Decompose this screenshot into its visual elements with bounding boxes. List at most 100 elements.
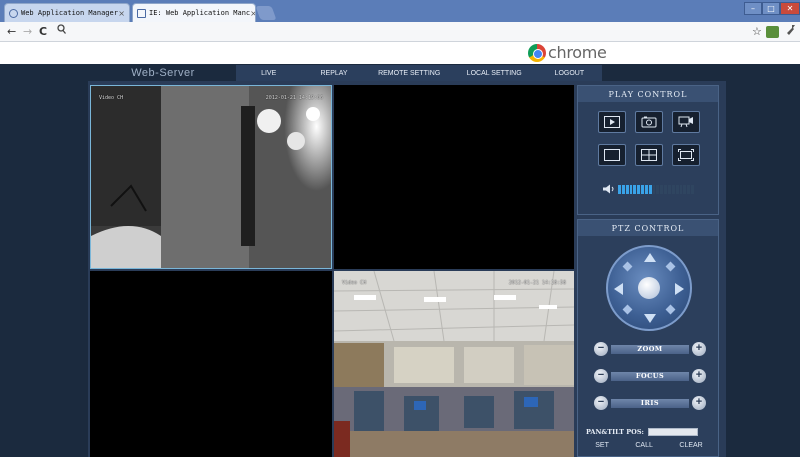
single-view-button[interactable] (598, 144, 626, 166)
ptz-center-button[interactable] (638, 277, 660, 299)
volume-segment (691, 185, 694, 194)
clear-button[interactable]: CLEAR (679, 442, 702, 452)
menu-remote-setting[interactable]: REMOTE SETTING (367, 65, 452, 81)
volume-segment (656, 185, 660, 194)
menu-live[interactable]: LIVE (236, 65, 301, 81)
tab-label: IE: Web Application Manc (149, 9, 251, 17)
video-channel-3[interactable] (90, 271, 332, 457)
pan-right-arrow-icon[interactable] (675, 283, 684, 295)
focus-label: FOCUS (611, 371, 689, 381)
snapshot-button[interactable] (635, 111, 663, 133)
browser-toolbar: ← → C ☆ (0, 22, 800, 42)
volume-segment (667, 185, 671, 194)
pan-up-left-arrow-icon[interactable] (622, 261, 633, 272)
pan-down-arrow-icon[interactable] (644, 314, 656, 323)
volume-segment (687, 185, 691, 194)
volume-segment (621, 185, 625, 194)
minimize-button[interactable]: – (744, 2, 762, 15)
zoom-out-button[interactable]: − (594, 342, 608, 356)
play-button[interactable] (598, 111, 626, 133)
channel-name-overlay: Video CH (342, 280, 367, 286)
focus-plus-button[interactable]: + (692, 369, 706, 383)
volume-segment (671, 185, 675, 194)
video-channel-4[interactable]: Video CH 2012-01-21 14:18:58 (334, 271, 574, 457)
focus-control: − FOCUS + (594, 369, 706, 383)
menu-replay[interactable]: REPLAY (301, 65, 366, 81)
volume-icon[interactable] (602, 184, 616, 194)
ptz-direction-pad (606, 245, 692, 331)
preset-buttons: SET CALL CLEAR (582, 442, 716, 452)
new-tab-button[interactable] (255, 6, 277, 20)
camera-feed-image (91, 86, 331, 268)
quad-view-button[interactable] (635, 144, 663, 166)
chrome-logo-icon (528, 44, 546, 62)
set-button[interactable]: SET (595, 442, 609, 452)
record-icon (678, 116, 693, 128)
volume-segment (679, 185, 683, 194)
zoom-label: ZOOM (611, 344, 689, 354)
app-title: Web-Server (131, 67, 195, 79)
iris-control: − IRIS + (594, 396, 706, 410)
timestamp-overlay: 2012-01-21 14:18:58 (508, 280, 566, 286)
ptz-control-panel: PTZ CONTROL − ZOOM + − FOCUS + − IRIS + … (577, 219, 719, 457)
maximize-button[interactable]: □ (762, 2, 780, 15)
volume-segment (637, 185, 641, 194)
zoom-control: − ZOOM + (594, 342, 706, 356)
extension-icon[interactable] (766, 26, 779, 38)
volume-segment (664, 185, 667, 194)
volume-segment (633, 185, 637, 194)
bookmark-star-icon[interactable]: ☆ (752, 24, 762, 40)
record-button[interactable] (672, 111, 700, 133)
browser-tab-active[interactable]: IE: Web Application Manc × (132, 3, 256, 22)
volume-segment (660, 185, 664, 194)
pan-tilt-position: PAN&TILT POS: (586, 427, 716, 437)
volume-segment (625, 185, 629, 194)
volume-segment (629, 185, 633, 194)
pan-left-arrow-icon[interactable] (614, 283, 623, 295)
forward-icon[interactable]: → (23, 24, 32, 40)
reload-icon[interactable]: C (39, 24, 47, 40)
address-bar[interactable] (72, 24, 744, 40)
menu-local-setting[interactable]: LOCAL SETTING (452, 65, 537, 81)
video-channel-1[interactable]: Video CH 2012-01-21 14:19:06 (90, 85, 332, 269)
pan-up-arrow-icon[interactable] (644, 253, 656, 262)
play-control-panel: PLAY CONTROL (577, 85, 719, 215)
close-window-button[interactable]: ✕ (780, 2, 800, 15)
snapshot-icon (641, 116, 657, 128)
iris-plus-button[interactable]: + (692, 396, 706, 410)
volume-segment (648, 185, 652, 194)
volume-segment (644, 185, 648, 194)
menu-logout[interactable]: LOGOUT (537, 65, 602, 81)
close-icon[interactable]: × (250, 9, 255, 18)
browser-tabstrip: Web Application Manager × IE: Web Applic… (0, 0, 800, 22)
page-icon (9, 8, 18, 18)
pan-up-right-arrow-icon[interactable] (665, 261, 676, 272)
call-button[interactable]: CALL (635, 442, 653, 452)
iris-minus-button[interactable]: − (594, 396, 608, 410)
close-icon[interactable]: × (118, 9, 125, 18)
pan-down-left-arrow-icon[interactable] (622, 304, 633, 315)
panel-title: PTZ CONTROL (578, 220, 718, 236)
volume-slider[interactable] (618, 185, 694, 194)
back-icon[interactable]: ← (7, 24, 16, 40)
page-icon (137, 8, 146, 18)
pan-tilt-pos-label: PAN&TILT POS: (586, 428, 644, 436)
wrench-icon[interactable] (786, 24, 796, 41)
play-icon (604, 116, 620, 128)
pan-tilt-pos-input[interactable] (647, 428, 698, 436)
fullscreen-button[interactable] (672, 144, 700, 166)
brand-bar: chrome (0, 42, 800, 64)
volume-segment (675, 185, 679, 194)
channel-name-overlay: Video CH (99, 95, 124, 101)
fullscreen-icon (678, 149, 694, 161)
panel-title: PLAY CONTROL (578, 86, 718, 102)
focus-minus-button[interactable]: − (594, 369, 608, 383)
pan-down-right-arrow-icon[interactable] (665, 304, 676, 315)
zoom-in-button[interactable]: + (692, 342, 706, 356)
volume-segment (618, 185, 621, 194)
quad-view-icon (641, 149, 657, 161)
iris-label: IRIS (611, 398, 689, 408)
timestamp-overlay: 2012-01-21 14:19:06 (265, 95, 323, 101)
browser-tab[interactable]: Web Application Manager × (4, 3, 130, 22)
video-channel-2[interactable] (334, 85, 574, 269)
